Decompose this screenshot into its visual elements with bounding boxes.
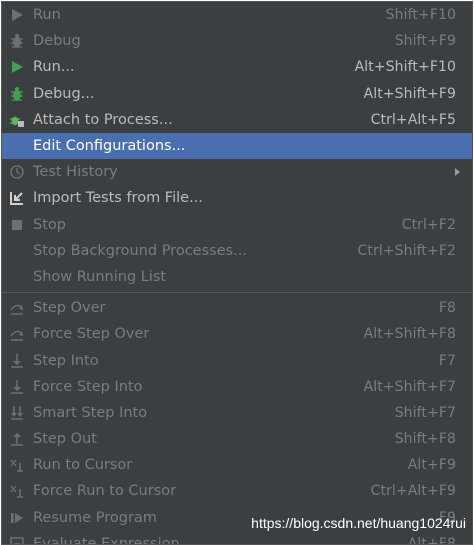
import-icon bbox=[10, 192, 23, 206]
menu-item-shortcut: Alt+Shift+F9 bbox=[363, 85, 456, 102]
menu-item-run-to-cursor[interactable]: Run to Cursor Alt+F9 bbox=[2, 452, 472, 478]
menu-item-shortcut: Ctrl+Alt+F5 bbox=[370, 111, 456, 128]
menu-item-label: Step Into bbox=[33, 352, 99, 369]
run-menu: Run Shift+F10 Debug Shift+F9 Run... Alt+Shif… bbox=[1, 1, 473, 545]
attach-icon bbox=[10, 116, 24, 127]
step-out-icon bbox=[11, 433, 23, 446]
menu-item-shortcut: Shift+F8 bbox=[394, 431, 456, 448]
menu-item-shortcut: Alt+F8 bbox=[407, 535, 456, 545]
menu-item-label: Attach to Process... bbox=[33, 111, 173, 128]
evaluate-icon bbox=[10, 537, 24, 544]
menu-item-shortcut: Shift+F10 bbox=[385, 7, 456, 24]
smart-step-into-icon bbox=[11, 405, 23, 420]
menu-item-show-running-list[interactable]: Show Running List bbox=[2, 264, 472, 290]
menu-item-debug[interactable]: Debug... Alt+Shift+F9 bbox=[2, 81, 472, 107]
step-over-icon bbox=[10, 304, 23, 315]
menu-item-shortcut: F9 bbox=[438, 509, 456, 526]
menu-item-stop-background-processes[interactable]: Stop Background Processes... Ctrl+Shift+F… bbox=[2, 238, 472, 264]
menu-item-label: Import Tests from File... bbox=[33, 190, 203, 207]
menu-item-label: Show Running List bbox=[33, 268, 167, 285]
menu-item-import-tests-from-file[interactable]: Import Tests from File... bbox=[2, 185, 472, 211]
menu-item-label: Stop bbox=[33, 216, 66, 233]
menu-item-label: Step Over bbox=[33, 300, 106, 317]
menu-item-label: Run bbox=[33, 7, 61, 24]
run-icon bbox=[12, 9, 23, 22]
debug-icon bbox=[11, 34, 23, 48]
run-to-cursor-icon bbox=[10, 459, 23, 473]
menu-item-shortcut: Ctrl+Shift+F2 bbox=[357, 242, 456, 259]
menu-item-label: Smart Step Into bbox=[33, 404, 148, 421]
menu-item-shortcut: Alt+F9 bbox=[407, 457, 456, 474]
menu-item-shortcut: Shift+F9 bbox=[394, 33, 456, 50]
menu-item-label: Step Out bbox=[33, 431, 97, 448]
menu-separator bbox=[2, 292, 472, 294]
menu-item-smart-step-into[interactable]: Smart Step Into Shift+F7 bbox=[2, 400, 472, 426]
menu-item-label: Debug bbox=[33, 33, 81, 50]
menu-item-label: Force Run to Cursor bbox=[33, 483, 177, 500]
menu-item-shortcut: Alt+Shift+F8 bbox=[363, 326, 456, 343]
force-run-to-cursor-icon bbox=[10, 485, 23, 499]
menu-item-attach-to-process[interactable]: Attach to Process... Ctrl+Alt+F5 bbox=[2, 107, 472, 133]
menu-item-step-out[interactable]: Step Out Shift+F8 bbox=[2, 426, 472, 452]
menu-item-debug[interactable]: Debug Shift+F9 bbox=[2, 28, 472, 54]
menu-item-label: Run to Cursor bbox=[33, 457, 133, 474]
menu-item-resume-program[interactable]: Resume Program F9 bbox=[2, 505, 472, 531]
menu-item-label: Run... bbox=[33, 59, 75, 76]
menu-item-force-run-to-cursor[interactable]: Force Run to Cursor Ctrl+Alt+F9 bbox=[2, 478, 472, 504]
menu-item-label: Evaluate Expression... bbox=[33, 535, 194, 545]
menu-item-shortcut: Ctrl+Alt+F9 bbox=[370, 483, 456, 500]
menu-item-label: Edit Configurations... bbox=[33, 138, 186, 155]
menu-item-shortcut: Alt+Shift+F7 bbox=[363, 378, 456, 395]
menu-item-label: Force Step Over bbox=[33, 326, 150, 343]
menu-item-shortcut: Shift+F7 bbox=[394, 404, 456, 421]
submenu-arrow-icon bbox=[455, 168, 460, 177]
force-step-into-icon bbox=[11, 379, 23, 394]
menu-item-label: Test History bbox=[33, 164, 118, 181]
stop-icon bbox=[12, 219, 22, 230]
run-icon bbox=[12, 61, 23, 74]
menu-item-evaluate-expression[interactable]: Evaluate Expression... Alt+F8 bbox=[2, 531, 472, 545]
menu-item-edit-configurations[interactable]: Edit Configurations... bbox=[2, 132, 472, 160]
debug-icon bbox=[11, 86, 23, 101]
force-step-over-icon bbox=[10, 331, 23, 342]
menu-item-shortcut: F8 bbox=[438, 300, 456, 317]
menu-item-shortcut: Alt+Shift+F10 bbox=[354, 59, 456, 76]
menu-item-force-step-into[interactable]: Force Step Into Alt+Shift+F7 bbox=[2, 374, 472, 400]
clock-icon bbox=[10, 165, 24, 179]
menu-item-test-history[interactable]: Test History bbox=[2, 159, 472, 185]
menu-item-stop[interactable]: Stop Ctrl+F2 bbox=[2, 212, 472, 238]
menu-item-shortcut: F7 bbox=[438, 352, 456, 369]
menu-item-label: Force Step Into bbox=[33, 378, 143, 395]
run-menu-items: Run Shift+F10 Debug Shift+F9 Run... Alt+Shif… bbox=[2, 2, 472, 545]
menu-item-shortcut: Ctrl+F2 bbox=[401, 216, 456, 233]
step-into-icon bbox=[11, 353, 23, 368]
menu-item-step-over[interactable]: Step Over F8 bbox=[2, 295, 472, 321]
menu-item-label: Resume Program bbox=[33, 509, 157, 526]
menu-item-label: Stop Background Processes... bbox=[33, 242, 247, 259]
menu-item-label: Debug... bbox=[33, 85, 95, 102]
menu-item-run[interactable]: Run... Alt+Shift+F10 bbox=[2, 54, 472, 80]
menu-item-force-step-over[interactable]: Force Step Over Alt+Shift+F8 bbox=[2, 321, 472, 347]
resume-icon bbox=[11, 512, 23, 523]
menu-item-step-into[interactable]: Step Into F7 bbox=[2, 347, 472, 373]
menu-item-run[interactable]: Run Shift+F10 bbox=[2, 2, 472, 28]
